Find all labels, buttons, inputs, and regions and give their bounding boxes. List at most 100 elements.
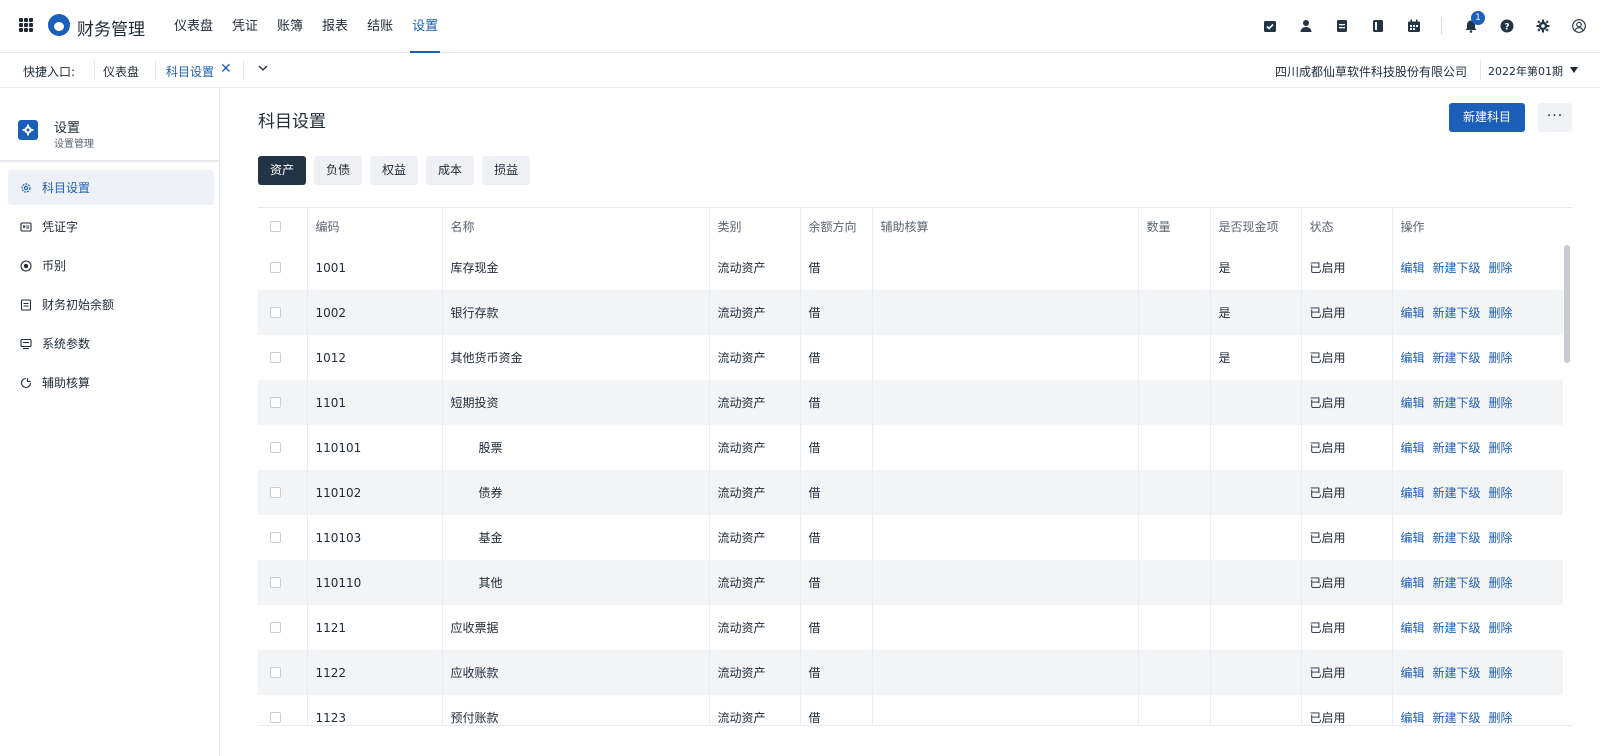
edit-link[interactable]: 编辑 — [1401, 666, 1425, 680]
row-checkbox[interactable] — [270, 442, 281, 453]
more-options-button[interactable]: ··· — [1538, 103, 1572, 132]
row-checkbox[interactable] — [270, 397, 281, 408]
table-row[interactable]: 110102 债券 流动资产借 已启用 编辑 新建下级 删除 — [258, 470, 1563, 515]
sidebar-item-initial-balance[interactable]: 财务初始余额 — [8, 287, 214, 322]
row-select-cell[interactable] — [258, 560, 308, 605]
delete-link[interactable]: 删除 — [1489, 666, 1513, 680]
row-checkbox[interactable] — [270, 532, 281, 543]
row-select-cell[interactable] — [258, 380, 308, 425]
table-row[interactable]: 1012 其他货币资金 流动资产借 是已启用 编辑 新建下级 删除 — [258, 335, 1563, 380]
delete-link[interactable]: 删除 — [1489, 351, 1513, 365]
edit-link[interactable]: 编辑 — [1401, 486, 1425, 500]
edit-link[interactable]: 编辑 — [1401, 621, 1425, 635]
delete-link[interactable]: 删除 — [1489, 486, 1513, 500]
new-child-link[interactable]: 新建下级 — [1433, 351, 1481, 365]
edit-link[interactable]: 编辑 — [1401, 531, 1425, 545]
new-child-link[interactable]: 新建下级 — [1433, 396, 1481, 410]
table-row[interactable]: 1101 短期投资 流动资产借 已启用 编辑 新建下级 删除 — [258, 380, 1563, 425]
row-select-cell[interactable] — [258, 290, 308, 335]
row-checkbox[interactable] — [270, 352, 281, 363]
new-child-link[interactable]: 新建下级 — [1433, 666, 1481, 680]
table-row[interactable]: 110110 其他 流动资产借 已启用 编辑 新建下级 删除 — [258, 560, 1563, 605]
row-select-cell[interactable] — [258, 605, 308, 650]
table-row[interactable]: 110103 基金 流动资产借 已启用 编辑 新建下级 删除 — [258, 515, 1563, 560]
delete-link[interactable]: 删除 — [1489, 621, 1513, 635]
delete-link[interactable]: 删除 — [1489, 261, 1513, 275]
caret-down-icon[interactable] — [1570, 67, 1578, 73]
nav-item-closing[interactable]: 结账 — [367, 0, 393, 53]
row-checkbox[interactable] — [270, 487, 281, 498]
row-select-cell[interactable] — [258, 695, 308, 725]
row-select-cell[interactable] — [258, 515, 308, 560]
nav-item-ledger[interactable]: 账簿 — [277, 0, 303, 53]
table-row[interactable]: 1121 应收票据 流动资产借 已启用 编辑 新建下级 删除 — [258, 605, 1563, 650]
tab-profit-loss[interactable]: 损益 — [482, 156, 531, 185]
chevron-down-icon[interactable] — [256, 61, 270, 75]
row-select-cell[interactable] — [258, 245, 308, 290]
sidebar-item-currency[interactable]: 币别 — [8, 248, 214, 283]
table-row[interactable]: 110101 股票 流动资产借 已启用 编辑 新建下级 删除 — [258, 425, 1563, 470]
new-child-link[interactable]: 新建下级 — [1433, 306, 1481, 320]
delete-link[interactable]: 删除 — [1489, 441, 1513, 455]
delete-link[interactable]: 删除 — [1489, 531, 1513, 545]
row-checkbox[interactable] — [270, 622, 281, 633]
close-tab-icon[interactable]: ✕ — [220, 61, 232, 77]
task-check-icon[interactable] — [1263, 19, 1277, 33]
new-child-link[interactable]: 新建下级 — [1433, 441, 1481, 455]
sidebar-item-voucher-type[interactable]: 凭证字 — [8, 209, 214, 244]
settings-gear-icon[interactable] — [1536, 19, 1550, 33]
document-icon[interactable] — [1335, 19, 1349, 33]
edit-link[interactable]: 编辑 — [1401, 351, 1425, 365]
edit-link[interactable]: 编辑 — [1401, 396, 1425, 410]
nav-item-voucher[interactable]: 凭证 — [232, 0, 258, 53]
row-select-cell[interactable] — [258, 335, 308, 380]
row-checkbox[interactable] — [270, 577, 281, 588]
nav-item-settings[interactable]: 设置 — [410, 0, 441, 53]
edit-link[interactable]: 编辑 — [1401, 306, 1425, 320]
book-icon[interactable] — [1371, 19, 1385, 33]
edit-link[interactable]: 编辑 — [1401, 576, 1425, 590]
notification-bell-icon[interactable]: 1 — [1464, 11, 1485, 33]
new-child-link[interactable]: 新建下级 — [1433, 261, 1481, 275]
calendar-icon[interactable] — [1407, 19, 1421, 33]
row-checkbox[interactable] — [270, 667, 281, 678]
sidebar-item-system-params[interactable]: 系统参数 — [8, 326, 214, 361]
row-checkbox[interactable] — [270, 262, 281, 273]
tab-assets[interactable]: 资产 — [258, 156, 307, 185]
quick-tab-dashboard[interactable]: 仪表盘 — [103, 63, 139, 80]
delete-link[interactable]: 删除 — [1489, 576, 1513, 590]
help-icon[interactable]: ? — [1500, 19, 1514, 33]
tab-liabilities[interactable]: 负债 — [314, 156, 363, 185]
tab-cost[interactable]: 成本 — [426, 156, 475, 185]
tab-equity[interactable]: 权益 — [370, 156, 419, 185]
row-select-cell[interactable] — [258, 470, 308, 515]
period-selector[interactable]: 2022年第01期 — [1488, 63, 1563, 79]
row-select-cell[interactable] — [258, 425, 308, 470]
delete-link[interactable]: 删除 — [1489, 396, 1513, 410]
table-row[interactable]: 1123 预付账款 流动资产借 已启用 编辑 新建下级 删除 — [258, 695, 1563, 725]
delete-link[interactable]: 删除 — [1489, 306, 1513, 320]
new-child-link[interactable]: 新建下级 — [1433, 531, 1481, 545]
edit-link[interactable]: 编辑 — [1401, 261, 1425, 275]
row-checkbox[interactable] — [270, 307, 281, 318]
header-select-all[interactable] — [258, 208, 308, 245]
vertical-scrollbar[interactable] — [1564, 245, 1570, 363]
select-all-checkbox[interactable] — [270, 221, 281, 232]
user-icon[interactable] — [1299, 19, 1313, 33]
nav-item-report[interactable]: 报表 — [322, 0, 348, 53]
new-child-link[interactable]: 新建下级 — [1433, 711, 1481, 725]
quick-tab-account-settings[interactable]: 科目设置 — [166, 63, 214, 80]
new-child-link[interactable]: 新建下级 — [1433, 486, 1481, 500]
row-select-cell[interactable] — [258, 650, 308, 695]
sidebar-item-aux-accounting[interactable]: 辅助核算 — [8, 365, 214, 400]
row-checkbox[interactable] — [270, 712, 281, 723]
new-child-link[interactable]: 新建下级 — [1433, 621, 1481, 635]
table-row[interactable]: 1001 库存现金 流动资产借 是已启用 编辑 新建下级 删除 — [258, 245, 1563, 290]
table-row[interactable]: 1122 应收账款 流动资产借 已启用 编辑 新建下级 删除 — [258, 650, 1563, 695]
edit-link[interactable]: 编辑 — [1401, 441, 1425, 455]
delete-link[interactable]: 删除 — [1489, 711, 1513, 725]
user-avatar-icon[interactable] — [1572, 19, 1586, 33]
app-grid-icon[interactable] — [19, 18, 33, 32]
edit-link[interactable]: 编辑 — [1401, 711, 1425, 725]
table-row[interactable]: 1002 银行存款 流动资产借 是已启用 编辑 新建下级 删除 — [258, 290, 1563, 335]
